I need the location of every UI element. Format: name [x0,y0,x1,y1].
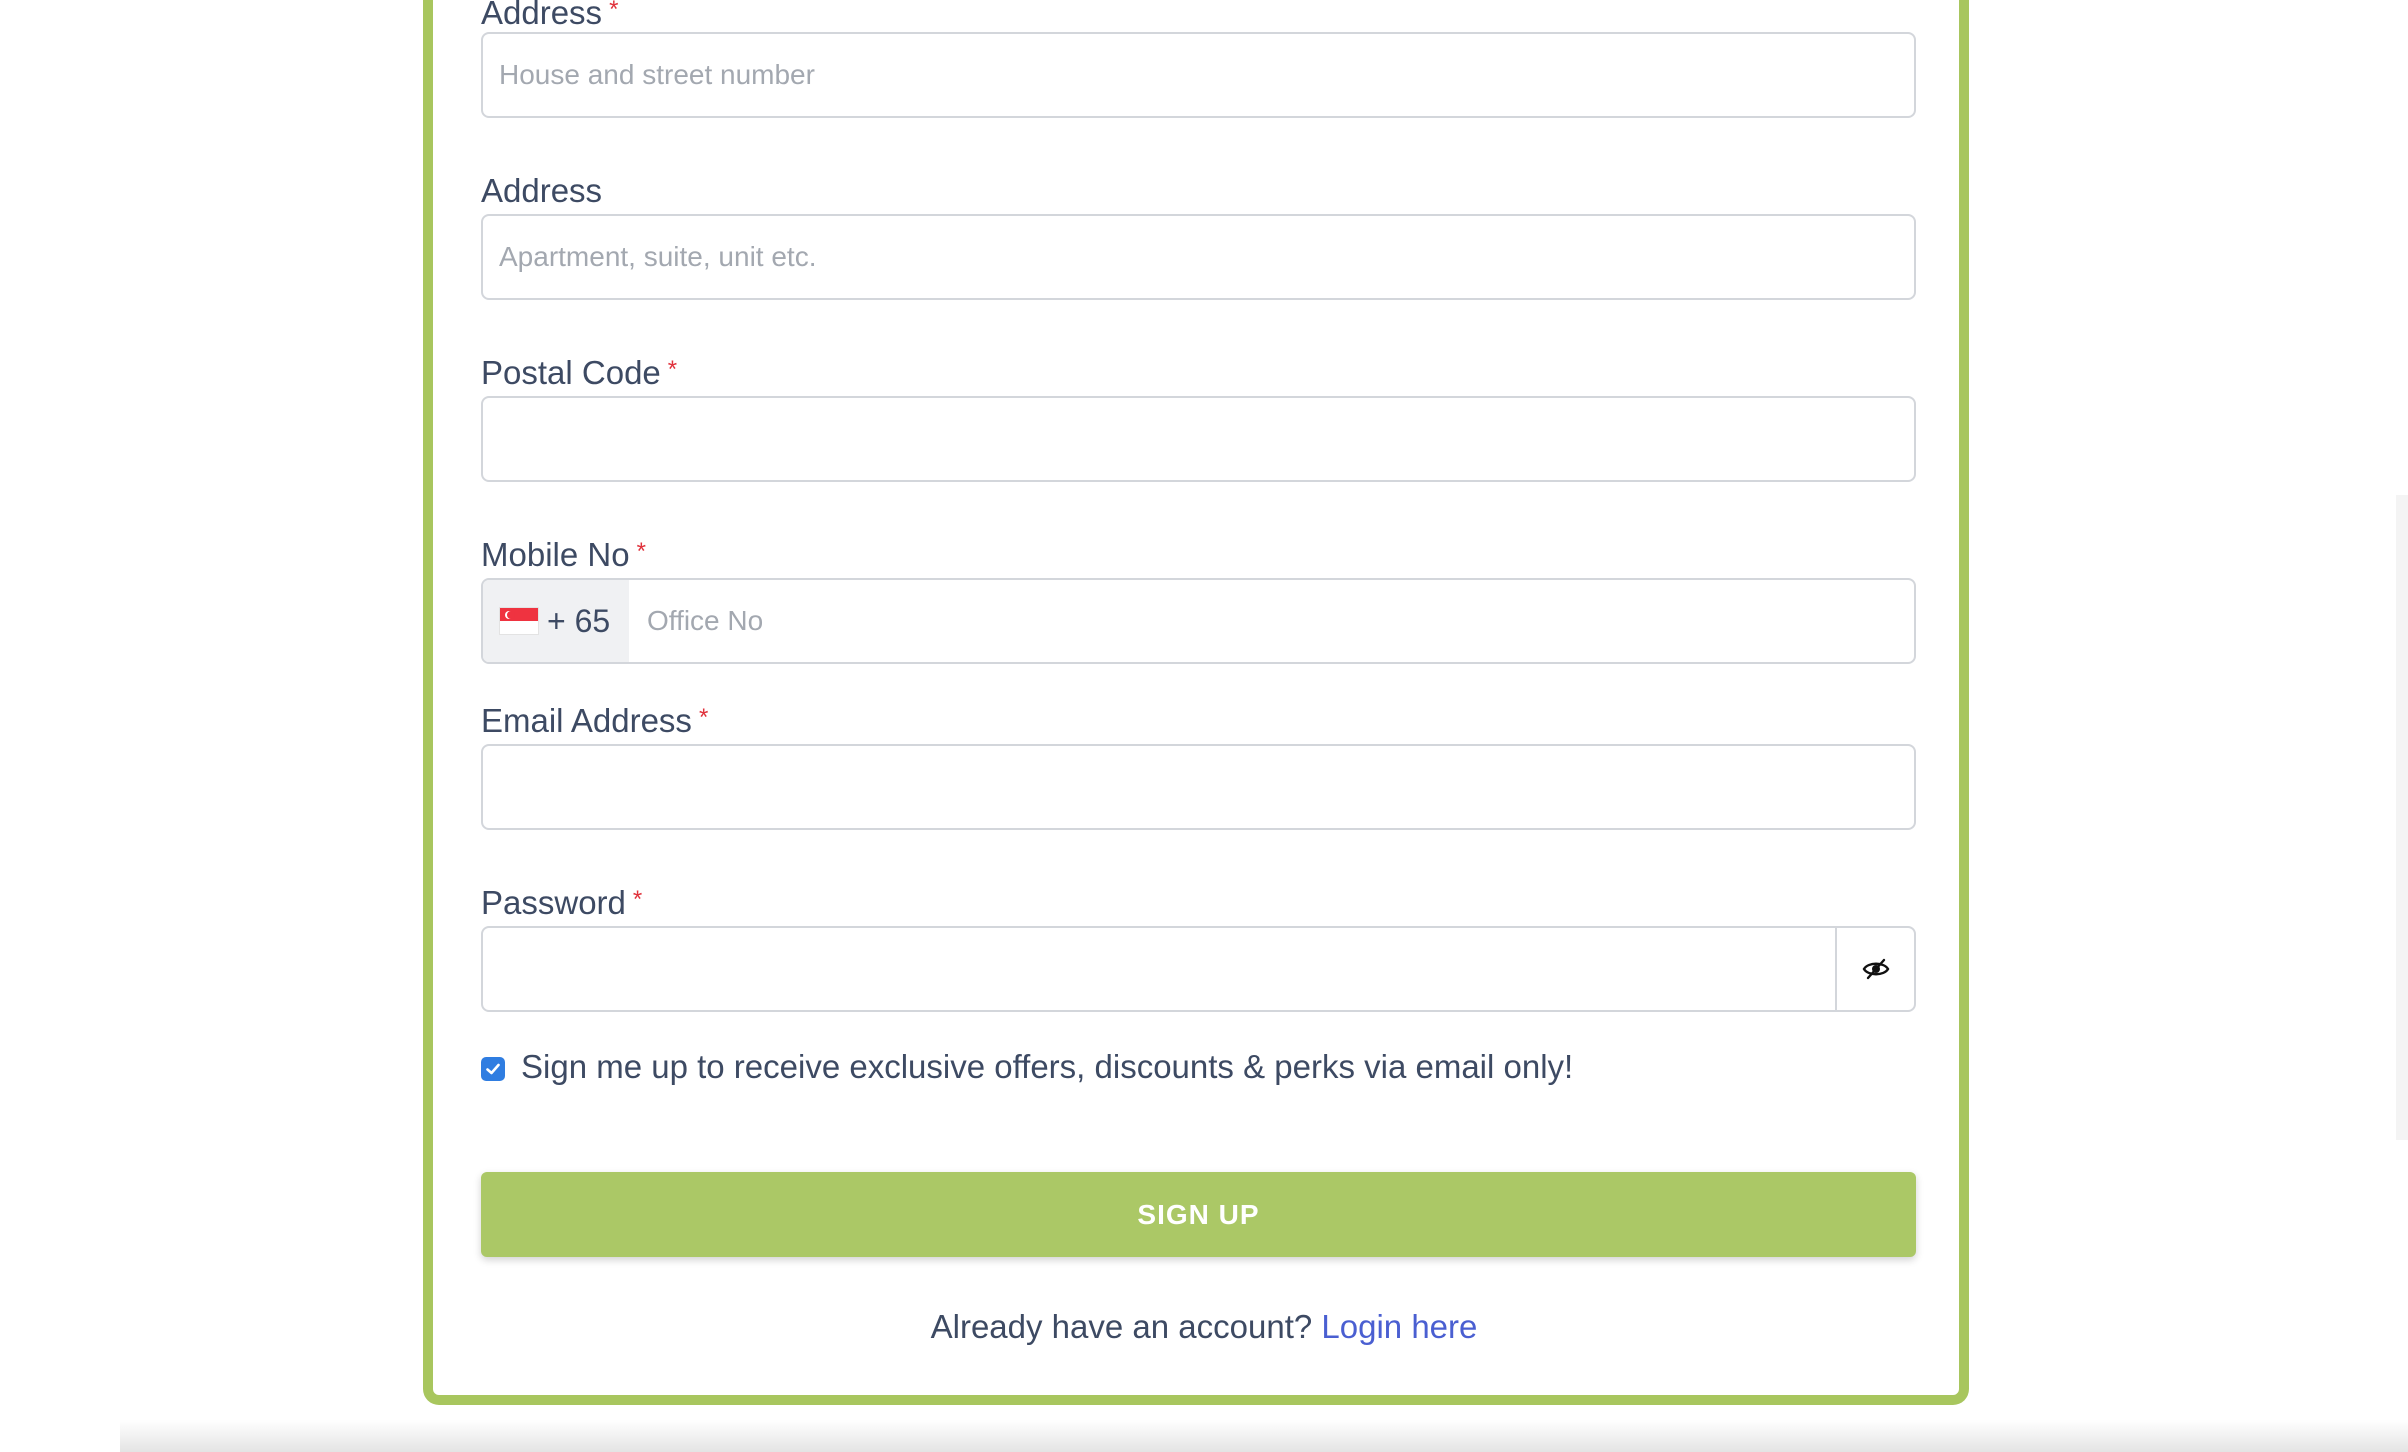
postal-code-label: Postal Code * [481,356,677,389]
login-prompt-row: Already have an account? Login here [0,1310,2408,1343]
email-label: Email Address * [481,704,708,737]
required-asterisk: * [609,0,619,23]
address-line1-input[interactable] [483,34,1914,116]
dial-code: + 65 [547,602,611,639]
login-link[interactable]: Login here [1321,1308,1477,1345]
required-asterisk: * [636,538,646,565]
postal-code-label-text: Postal Code [481,354,661,391]
email-field-box [481,744,1916,830]
sign-up-button[interactable]: SIGN UP [481,1172,1916,1257]
mobile-label: Mobile No * [481,538,646,571]
address-line2-label: Address [481,174,602,207]
scrollbar-track[interactable] [2396,495,2408,1140]
address-line2-input[interactable] [483,216,1914,298]
password-label-text: Password [481,884,626,921]
password-input[interactable] [483,928,1836,1010]
mobile-field-box: + 65 [481,578,1916,664]
eye-slash-icon [1862,958,1889,980]
singapore-flag-icon [499,607,539,635]
checkmark-icon [486,1063,500,1075]
email-label-text: Email Address [481,702,692,739]
required-asterisk: * [632,886,643,913]
signup-page: Address* Address Postal Code* Mobile No*… [0,0,2408,1452]
postal-code-input[interactable] [483,398,1914,480]
address-line2-label-text: Address [481,172,603,209]
phone-input-wrapper [629,580,1914,662]
address-line2-field-box [481,214,1916,300]
required-asterisk: * [698,704,709,731]
newsletter-checkbox-label[interactable]: Sign me up to receive exclusive offers, … [521,1050,1573,1083]
postal-code-field-box [481,396,1916,482]
password-label: Password * [481,886,642,919]
email-input[interactable] [483,746,1914,828]
mobile-label-text: Mobile No [481,536,630,573]
newsletter-checkbox[interactable] [481,1057,505,1081]
login-prompt-text: Already have an account? [930,1308,1313,1345]
mobile-number-input[interactable] [629,580,1914,662]
country-code-selector[interactable]: + 65 [483,580,629,662]
password-field-box [481,926,1838,1012]
bottom-fade [120,1420,2408,1452]
address-label-text: Address [481,0,603,31]
address-label: Address * [481,0,618,29]
address-field-box [481,32,1916,118]
toggle-password-visibility-button[interactable] [1835,926,1916,1012]
required-asterisk: * [667,356,678,383]
